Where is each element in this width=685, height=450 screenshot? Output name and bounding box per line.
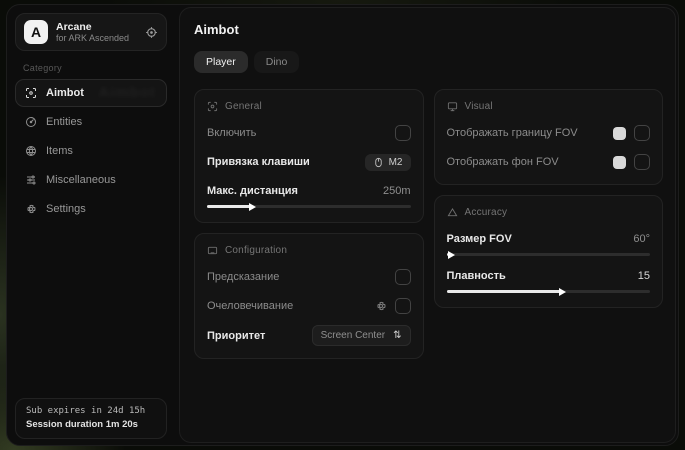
fov-bg-color-swatch[interactable] [613, 156, 626, 169]
sidebar-item-label: Settings [46, 203, 86, 215]
enable-checkbox[interactable] [395, 125, 411, 141]
slider-thumb[interactable] [249, 203, 256, 211]
fov-size-slider[interactable] [447, 253, 651, 256]
fov-border-row: Отображать границу FOV [447, 123, 651, 143]
priority-row: Приоритет Screen Center ⇅ [207, 325, 411, 346]
fov-border-checkbox[interactable] [634, 125, 650, 141]
smoothness-value: 15 [638, 270, 650, 282]
sidebar-item-miscellaneous[interactable]: Miscellaneous [15, 166, 167, 194]
app-subtitle: for ARK Ascended [56, 33, 137, 43]
humanize-settings-icon[interactable] [375, 300, 387, 312]
prediction-row: Предсказание [207, 267, 411, 287]
keyboard-icon [207, 245, 218, 256]
accuracy-card: Accuracy Размер FOV 60° Плавность [434, 195, 664, 308]
visual-card: Visual Отображать границу FOV Отображать… [434, 89, 664, 185]
brand-text: Arcane for ARK Ascended [56, 21, 137, 43]
subscription-footer: Sub expires in 24d 15h Session duration … [15, 398, 167, 439]
fov-bg-row: Отображать фон FOV [447, 152, 651, 172]
aimbot-watermark: Aimbot [98, 84, 156, 101]
monitor-icon [447, 101, 458, 112]
distance-label: Макс. дистанция [207, 185, 298, 197]
triangle-icon [447, 207, 458, 218]
sliders-icon [25, 174, 37, 186]
fov-border-label: Отображать границу FOV [447, 127, 578, 139]
app-name: Arcane [56, 21, 137, 33]
sidebar-nav: Aimbot Aimbot Entities Items [7, 79, 175, 224]
configuration-card: Configuration Предсказание Очеловечивани… [194, 233, 424, 359]
radar-icon [25, 116, 37, 128]
updown-arrows-icon: ⇅ [393, 331, 401, 341]
humanize-row: Очеловечивание [207, 296, 411, 316]
humanize-label: Очеловечивание [207, 300, 293, 312]
fov-border-color-swatch[interactable] [613, 127, 626, 140]
card-title: Configuration [225, 245, 287, 256]
sidebar: A Arcane for ARK Ascended Category [7, 5, 175, 445]
tab-dino[interactable]: Dino [254, 51, 300, 73]
enable-row: Включить [207, 123, 411, 143]
box-icon [25, 145, 37, 157]
card-title: Accuracy [465, 207, 508, 218]
tab-bar: Player Dino [194, 51, 663, 73]
priority-value: Screen Center [321, 330, 385, 341]
general-card: General Включить Привязка клавиши [194, 89, 424, 223]
app-logo: A [24, 20, 48, 44]
page-title: Aimbot [194, 22, 663, 37]
main-panel: Aimbot Player Dino General [179, 7, 676, 443]
keybind-row: Привязка клавиши M2 [207, 152, 411, 172]
distance-slider[interactable] [207, 205, 411, 208]
smoothness-label: Плавность [447, 270, 506, 282]
keybind-label: Привязка клавиши [207, 156, 310, 168]
card-title: Visual [465, 101, 493, 112]
priority-label: Приоритет [207, 330, 265, 342]
sidebar-item-label: Miscellaneous [46, 174, 116, 186]
sidebar-item-label: Aimbot [46, 87, 84, 99]
slider-thumb[interactable] [448, 251, 455, 259]
session-duration-text: Session duration 1m 20s [26, 419, 156, 430]
prediction-checkbox[interactable] [395, 269, 411, 285]
crosshair-icon [25, 87, 37, 99]
fov-size-label: Размер FOV [447, 233, 512, 245]
sidebar-item-items[interactable]: Items [15, 137, 167, 165]
humanize-checkbox[interactable] [395, 298, 411, 314]
smoothness-slider[interactable] [447, 290, 651, 293]
gear-icon [25, 203, 37, 215]
sidebar-item-entities[interactable]: Entities [15, 108, 167, 136]
category-label: Category [23, 63, 175, 73]
prediction-label: Предсказание [207, 271, 279, 283]
distance-value: 250m [383, 185, 411, 197]
target-icon[interactable] [145, 26, 158, 39]
priority-dropdown[interactable]: Screen Center ⇅ [312, 325, 411, 346]
sidebar-item-aimbot[interactable]: Aimbot Aimbot [15, 79, 167, 107]
smoothness-row: Плавность 15 [447, 266, 651, 286]
card-title: General [225, 101, 262, 112]
sub-expires-text: Sub expires in 24d 15h [26, 406, 156, 416]
sidebar-item-label: Entities [46, 116, 82, 128]
fov-size-row: Размер FOV 60° [447, 229, 651, 249]
fov-bg-checkbox[interactable] [634, 154, 650, 170]
scope-icon [207, 101, 218, 112]
sidebar-item-settings[interactable]: Settings [15, 195, 167, 223]
fov-size-value: 60° [633, 233, 650, 245]
tab-player[interactable]: Player [194, 51, 248, 73]
sidebar-item-label: Items [46, 145, 73, 157]
enable-label: Включить [207, 127, 256, 139]
fov-bg-label: Отображать фон FOV [447, 156, 559, 168]
brand-card[interactable]: A Arcane for ARK Ascended [15, 13, 167, 51]
app-window: A Arcane for ARK Ascended Category [6, 4, 679, 446]
mouse-icon [373, 157, 384, 168]
distance-row: Макс. дистанция 250m [207, 181, 411, 201]
slider-thumb[interactable] [559, 288, 566, 296]
keybind-value: M2 [389, 157, 403, 168]
keybind-button[interactable]: M2 [365, 154, 411, 171]
